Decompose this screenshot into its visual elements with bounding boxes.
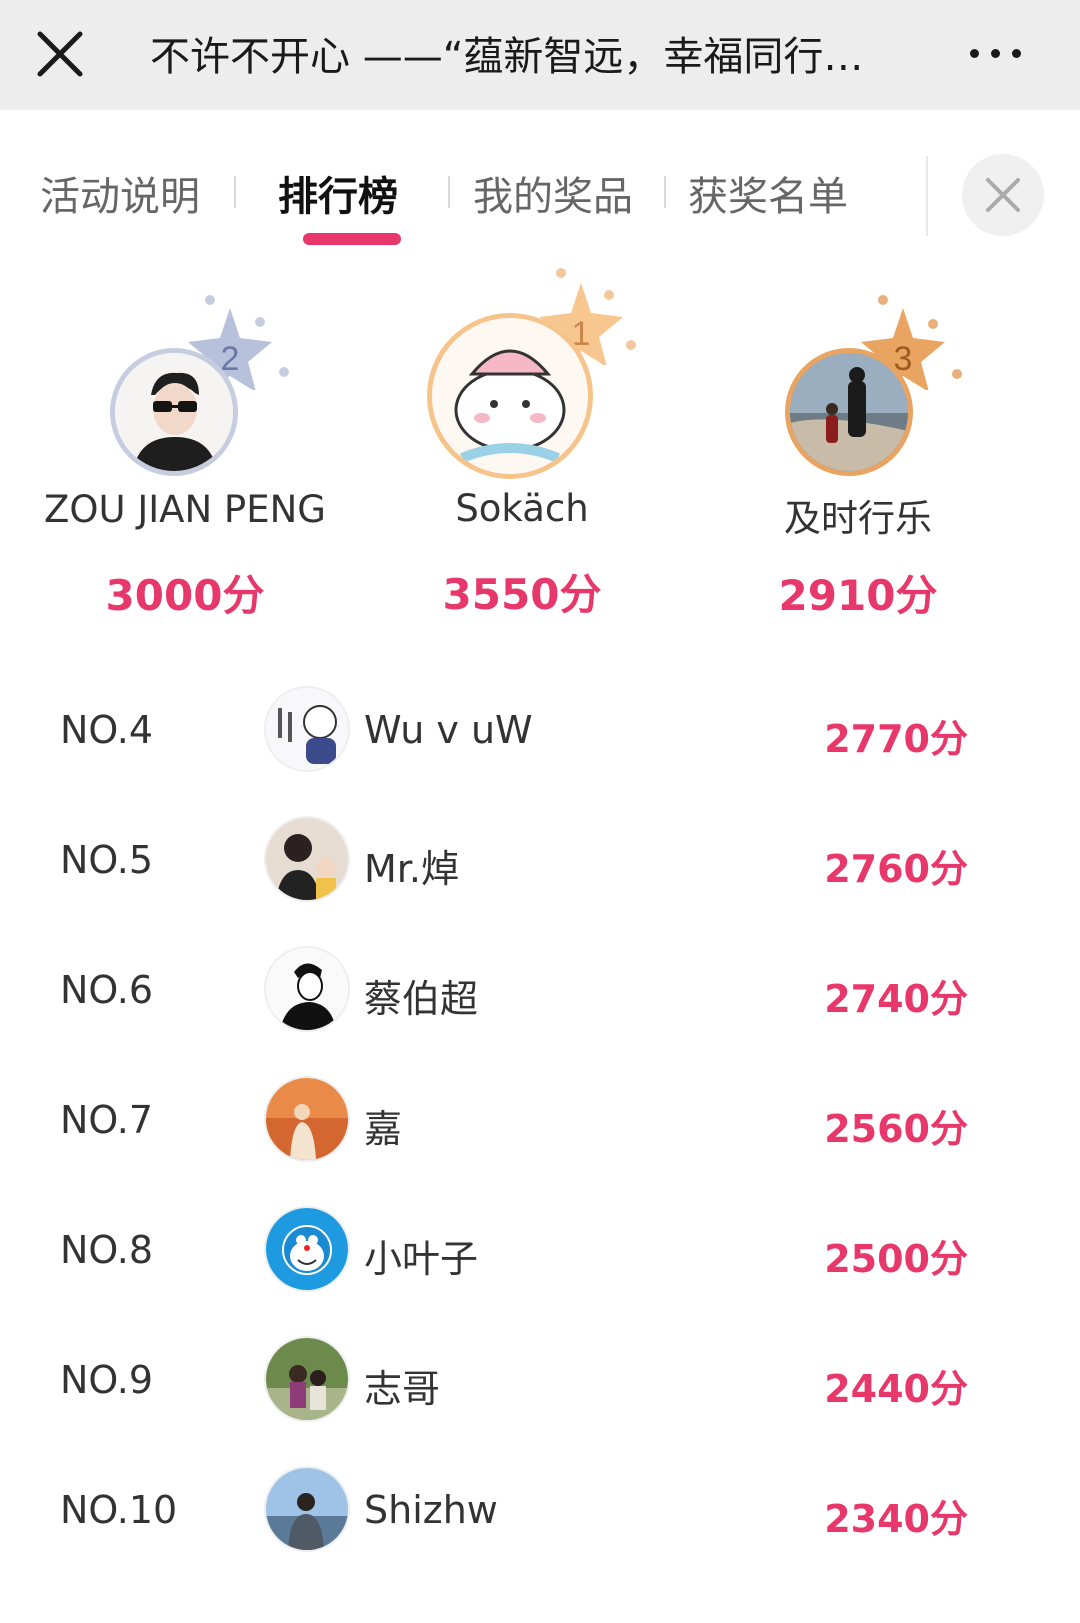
list-item[interactable]: NO.9 志哥 2440分 <box>0 1326 1080 1436</box>
avatar[interactable] <box>264 816 350 902</box>
top-bar: 不许不开心 ——“蕴新智远，幸福同行… <box>0 0 1080 110</box>
tab-leaderboard[interactable]: 排行榜 <box>278 164 398 222</box>
tab-activity-info[interactable]: 活动说明 <box>40 164 200 222</box>
user-name: Wu v uW <box>364 708 533 752</box>
active-tab-indicator <box>303 233 401 245</box>
podium-name: ZOU JIAN PENG <box>44 488 326 531</box>
list-item[interactable]: NO.6 蔡伯超 2740分 <box>0 936 1080 1046</box>
avatar[interactable] <box>427 313 593 479</box>
tab-separator <box>448 176 450 208</box>
tab-separator <box>234 176 236 208</box>
podium-rank-2: 2 ZOU JIAN PENG 3000分 <box>20 290 350 620</box>
user-name: Shizhw <box>364 1488 498 1532</box>
podium-rank-3: 3 及时行乐 2910分 <box>693 290 1023 620</box>
avatar[interactable] <box>264 1336 350 1422</box>
user-name: Mr.焯 <box>364 847 460 891</box>
user-name: 嘉 <box>364 1107 403 1151</box>
list-item[interactable]: NO.10 Shizhw 2340分 <box>0 1456 1080 1566</box>
list-item[interactable]: NO.4 Wu v uW 2770分 <box>0 676 1080 786</box>
list-item[interactable]: NO.8 小叶子 2500分 <box>0 1196 1080 1306</box>
tab-bar: 活动说明 排行榜 我的奖品 获奖名单 <box>0 150 1080 260</box>
user-name: 蔡伯超 <box>364 977 479 1021</box>
avatar[interactable] <box>264 946 350 1032</box>
podium-score: 3550分 <box>442 570 602 619</box>
rank-label: NO.10 <box>60 1488 178 1532</box>
score: 2760分 <box>824 847 968 891</box>
close-panel-button[interactable] <box>962 154 1044 236</box>
avatar[interactable] <box>264 1466 350 1552</box>
avatar[interactable] <box>264 1076 350 1162</box>
score: 2500分 <box>824 1237 968 1281</box>
user-name: 志哥 <box>364 1367 441 1411</box>
user-name: 小叶子 <box>364 1237 479 1281</box>
rank-label: NO.6 <box>60 968 154 1012</box>
avatar[interactable] <box>785 348 913 476</box>
avatar[interactable] <box>110 348 238 476</box>
score: 2770分 <box>824 717 968 761</box>
close-icon <box>986 178 1020 212</box>
avatar[interactable] <box>264 686 350 772</box>
score: 2740分 <box>824 977 968 1021</box>
avatar[interactable] <box>264 1206 350 1292</box>
list-item[interactable]: NO.5 Mr.焯 2760分 <box>0 806 1080 916</box>
rank-label: NO.7 <box>60 1098 154 1142</box>
rank-label: NO.5 <box>60 838 154 882</box>
podium-rank-1: 1 Sokäch 3550分 <box>357 265 687 625</box>
tab-winners-list[interactable]: 获奖名单 <box>688 164 848 222</box>
list-item[interactable]: NO.7 嘉 2560分 <box>0 1066 1080 1176</box>
rank-label: NO.4 <box>60 708 154 752</box>
close-icon[interactable] <box>28 22 92 86</box>
score: 2440分 <box>824 1367 968 1411</box>
page-title: 不许不开心 ——“蕴新智远，幸福同行… <box>150 34 864 80</box>
rank-label: NO.9 <box>60 1358 154 1402</box>
score: 2340分 <box>824 1497 968 1541</box>
rank-label: NO.8 <box>60 1228 154 1272</box>
tab-my-prizes[interactable]: 我的奖品 <box>473 164 633 222</box>
podium-score: 2910分 <box>778 571 938 620</box>
podium-score: 3000分 <box>105 571 265 620</box>
podium-name: 及时行乐 <box>784 497 932 540</box>
more-dots-icon[interactable] <box>970 38 1040 68</box>
tab-separator <box>664 176 666 208</box>
divider <box>926 156 928 236</box>
podium-name: Sokäch <box>455 487 589 530</box>
score: 2560分 <box>824 1107 968 1151</box>
